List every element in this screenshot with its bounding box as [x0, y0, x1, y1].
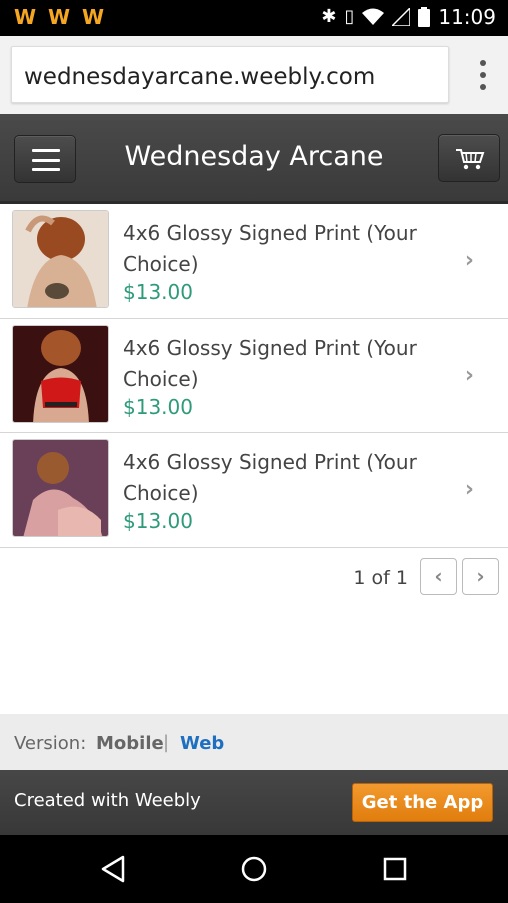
- notification-icons: W W W: [12, 6, 106, 28]
- pagination: 1 of 1 ‹ ›: [0, 556, 508, 600]
- system-nav-bar: [0, 835, 508, 903]
- cart-button[interactable]: [438, 134, 500, 182]
- home-icon[interactable]: [240, 855, 268, 883]
- product-row[interactable]: 4x6 Glossy Signed Print (Your Choice) $1…: [0, 204, 508, 319]
- version-mobile-link[interactable]: Mobile: [96, 733, 164, 754]
- url-input[interactable]: wednesdayarcane.weebly.com: [11, 46, 449, 103]
- clock: 11:09: [438, 5, 496, 29]
- product-name: 4x6 Glossy Signed Print (Your Choice): [123, 221, 417, 276]
- battery-icon: [418, 7, 431, 27]
- product-list: 4x6 Glossy Signed Print (Your Choice) $1…: [0, 204, 508, 548]
- browser-menu-icon[interactable]: [478, 60, 488, 90]
- version-label: Version:: [14, 733, 87, 754]
- hamburger-icon: [32, 149, 60, 171]
- weebly-notification-icon: W: [13, 5, 37, 29]
- wifi-icon: [362, 8, 385, 25]
- product-row[interactable]: 4x6 Glossy Signed Print (Your Choice) $1…: [0, 433, 508, 548]
- product-name: 4x6 Glossy Signed Print (Your Choice): [123, 335, 417, 391]
- next-page-button[interactable]: ›: [462, 558, 499, 595]
- site-header: Wednesday Arcane: [0, 114, 508, 204]
- chevron-right-icon: ›: [464, 362, 474, 388]
- version-web-link[interactable]: Web: [180, 733, 224, 754]
- browser-toolbar: wednesdayarcane.weebly.com: [0, 36, 508, 114]
- product-thumbnail: [12, 210, 109, 308]
- product-price: $13.00: [123, 509, 193, 533]
- product-thumbnail: [12, 324, 109, 423]
- weebly-footer: Created with Weebly Get the App: [0, 770, 508, 835]
- back-icon[interactable]: [100, 855, 126, 883]
- site-title: Wednesday Arcane: [124, 141, 384, 172]
- shopping-cart-icon: [456, 149, 485, 170]
- signal-icon: [392, 8, 411, 26]
- menu-button[interactable]: [14, 135, 76, 183]
- version-separator: |: [163, 732, 170, 753]
- recents-icon[interactable]: [383, 855, 407, 883]
- version-switcher: Version: Mobile | Web: [0, 714, 508, 770]
- product-price: $13.00: [123, 280, 193, 304]
- vibrate-icon: ▯: [344, 6, 355, 27]
- chevron-right-icon: ›: [464, 477, 474, 502]
- product-name: 4x6 Glossy Signed Print (Your Choice): [123, 450, 417, 505]
- product-row[interactable]: 4x6 Glossy Signed Print (Your Choice) $1…: [0, 318, 508, 433]
- bluetooth-icon: ✱: [321, 6, 337, 27]
- prev-page-button[interactable]: ‹: [420, 558, 457, 595]
- weebly-notification-icon: W: [47, 5, 71, 29]
- page-indicator: 1 of 1: [353, 567, 408, 589]
- system-icons: ✱ ▯ 11:09: [321, 5, 496, 29]
- get-app-button[interactable]: Get the App: [352, 783, 493, 822]
- status-bar: W W W ✱ ▯ 11:09: [0, 0, 508, 36]
- weebly-notification-icon: W: [81, 5, 105, 29]
- created-with-text[interactable]: Created with Weebly: [14, 790, 201, 811]
- product-price: $13.00: [123, 394, 193, 419]
- chevron-right-icon: ›: [464, 248, 474, 273]
- product-thumbnail: [12, 439, 109, 537]
